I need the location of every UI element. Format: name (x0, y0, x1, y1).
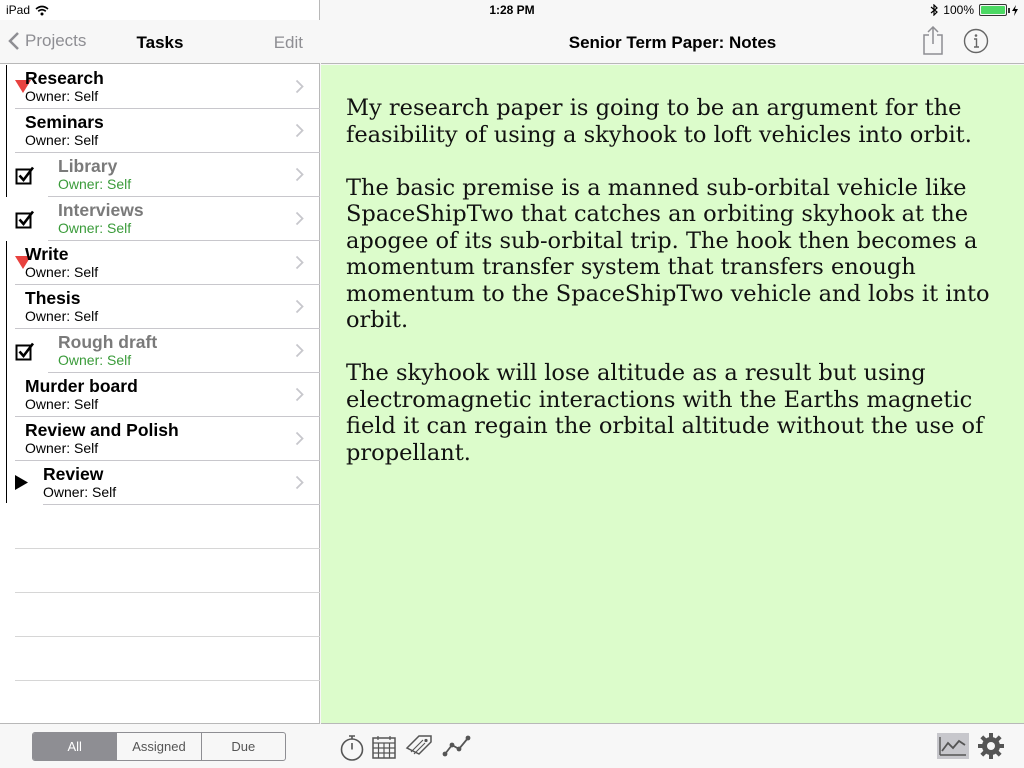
task-title: Murder board (25, 376, 138, 396)
disclosure-chevron (295, 299, 304, 319)
note-editor[interactable]: My research paper is going to be an argu… (321, 65, 1024, 723)
note-paragraph: The skyhook will lose altitude as a resu… (346, 360, 984, 466)
task-row[interactable]: Rough draft Owner: Self (0, 329, 320, 373)
chevron-right-icon (295, 255, 304, 270)
task-row[interactable]: Library Owner: Self (0, 153, 320, 197)
task-owner: Owner: Self (43, 484, 117, 500)
chevron-right-icon (295, 299, 304, 314)
task-title: Interviews (58, 200, 144, 220)
disclosure-chevron (295, 123, 304, 143)
status-time: 1:28 PM (489, 3, 535, 17)
task-row[interactable]: Murder board Owner: Self (0, 373, 320, 417)
share-icon (923, 25, 943, 55)
status-bar: iPad 1:28 PM 100% (0, 0, 1024, 20)
task-owner: Owner: Self (25, 396, 99, 412)
outline-bracket (6, 241, 7, 503)
filter-assigned-segment[interactable]: Assigned (117, 733, 202, 760)
charging-bolt-icon (1012, 4, 1018, 16)
empty-row (15, 505, 320, 549)
task-list: Research Owner: Self Seminars Owner: Self Li… (0, 65, 320, 725)
disclosure-chevron (295, 79, 304, 99)
checked-checkbox-icon[interactable] (15, 342, 35, 367)
task-row[interactable]: Interviews Owner: Self (0, 197, 320, 241)
task-owner: Owner: Self (58, 352, 132, 368)
task-row[interactable]: Research Owner: Self (0, 65, 320, 109)
detail-navigation-bar: Senior Term Paper: Notes (321, 20, 1024, 64)
disclosure-chevron (295, 431, 304, 451)
chevron-right-icon (295, 211, 304, 226)
task-owner: Owner: Self (25, 132, 99, 148)
disclosure-chevron (295, 475, 304, 495)
task-row[interactable]: Review Owner: Self (0, 461, 320, 505)
share-button[interactable] (921, 25, 945, 61)
battery-icon (979, 4, 1010, 16)
disclosure-chevron (295, 211, 304, 231)
chevron-right-icon (295, 79, 304, 94)
task-row[interactable]: Thesis Owner: Self (0, 285, 320, 329)
task-title: Research (25, 68, 104, 88)
chevron-right-icon (295, 123, 304, 138)
chart-toggle-icon[interactable] (937, 733, 969, 764)
collapsed-triangle-icon[interactable] (15, 475, 28, 495)
task-owner: Owner: Self (58, 220, 132, 236)
filter-all-segment[interactable]: All (33, 733, 118, 760)
calendar-icon[interactable] (371, 734, 397, 765)
detail-bottom-toolbar (321, 723, 1024, 768)
info-icon (963, 28, 989, 54)
gear-icon[interactable] (977, 732, 1005, 765)
chevron-right-icon (295, 167, 304, 182)
checked-checkbox-icon[interactable] (15, 210, 35, 235)
task-owner: Owner: Self (25, 440, 99, 456)
task-owner: Owner: Self (25, 88, 99, 104)
chevron-right-icon (295, 387, 304, 402)
task-owner: Owner: Self (25, 308, 99, 324)
task-owner: Owner: Self (58, 176, 132, 192)
task-title: Write (25, 244, 69, 264)
graph-icon[interactable] (442, 734, 472, 763)
task-title: Thesis (25, 288, 81, 308)
empty-row (15, 637, 320, 681)
disclosure-chevron (295, 387, 304, 407)
bluetooth-icon (930, 4, 939, 16)
disclosure-chevron (295, 255, 304, 275)
chevron-right-icon (295, 431, 304, 446)
task-row[interactable]: Write Owner: Self (0, 241, 320, 285)
task-title: Review and Polish (25, 420, 179, 440)
task-title: Review (43, 464, 104, 484)
note-title: Senior Term Paper: Notes (568, 33, 777, 52)
edit-button[interactable]: Edit (274, 33, 303, 53)
disclosure-chevron (295, 167, 304, 187)
left-bottom-toolbar: All Assigned Due (0, 723, 320, 768)
left-navigation-bar: Projects Tasks Edit (0, 20, 320, 64)
note-body[interactable]: My research paper is going to be an argu… (346, 95, 1006, 493)
task-owner: Owner: Self (25, 264, 99, 280)
filter-due-segment[interactable]: Due (202, 733, 285, 760)
battery-percent: 100% (943, 3, 974, 17)
info-button[interactable] (963, 28, 989, 59)
note-paragraph: My research paper is going to be an argu… (346, 95, 972, 148)
filter-segmented-control: All Assigned Due (32, 732, 286, 761)
task-title: Rough draft (58, 332, 158, 352)
task-row[interactable]: Review and Polish Owner: Self (0, 417, 320, 461)
task-title: Library (58, 156, 118, 176)
empty-row (15, 593, 320, 637)
empty-row (15, 681, 320, 725)
task-list-pane: Projects Tasks Edit Research Owner: Self S… (0, 0, 320, 768)
stopwatch-icon[interactable] (339, 734, 365, 767)
chevron-right-icon (295, 475, 304, 490)
disclosure-chevron (295, 343, 304, 363)
task-title: Seminars (25, 112, 104, 132)
note-paragraph: The basic premise is a manned sub-orbita… (346, 174, 990, 334)
tasks-title: Tasks (136, 33, 184, 52)
checked-checkbox-icon[interactable] (15, 166, 35, 191)
outline-bracket (6, 65, 7, 197)
task-row[interactable]: Seminars Owner: Self (0, 109, 320, 153)
chevron-right-icon (295, 343, 304, 358)
empty-row (15, 549, 320, 593)
tag-icon[interactable] (405, 734, 435, 765)
